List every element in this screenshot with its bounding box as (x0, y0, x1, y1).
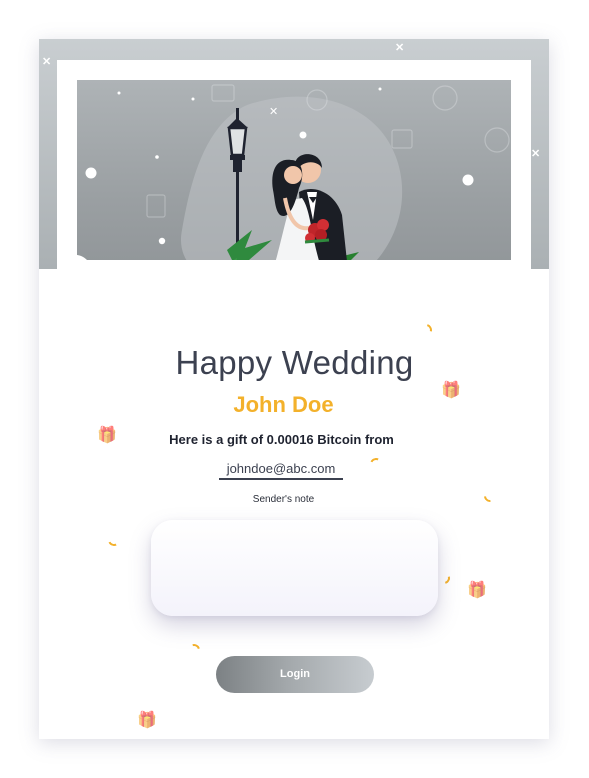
cloud-divider (57, 254, 531, 360)
card-frame: ✕ ✕ ✕ 🎁 🎁 (39, 39, 549, 739)
snow-cross-icon: ✕ (395, 42, 405, 54)
page-title: Happy Wedding (175, 344, 414, 381)
gift-box-icon: 🎁 (137, 712, 157, 729)
gift-box-icon: 🎁 (467, 582, 487, 599)
login-button[interactable]: Login (216, 656, 374, 693)
sender-email-link[interactable]: johndoe@abc.com (219, 461, 343, 480)
snow-cross-icon: ✕ (531, 148, 541, 160)
gift-message: Here is a gift of 0.00016 Bitcoin from (169, 432, 394, 447)
sender-note-label: Sender's note (252, 494, 315, 505)
sender-note-field[interactable] (151, 520, 438, 616)
card-inner: ✕ 🎁 🎁 🎁 🎁 (57, 60, 531, 729)
snow-cross-icon: ✕ (42, 56, 52, 68)
recipient-name: John Doe (233, 392, 334, 417)
